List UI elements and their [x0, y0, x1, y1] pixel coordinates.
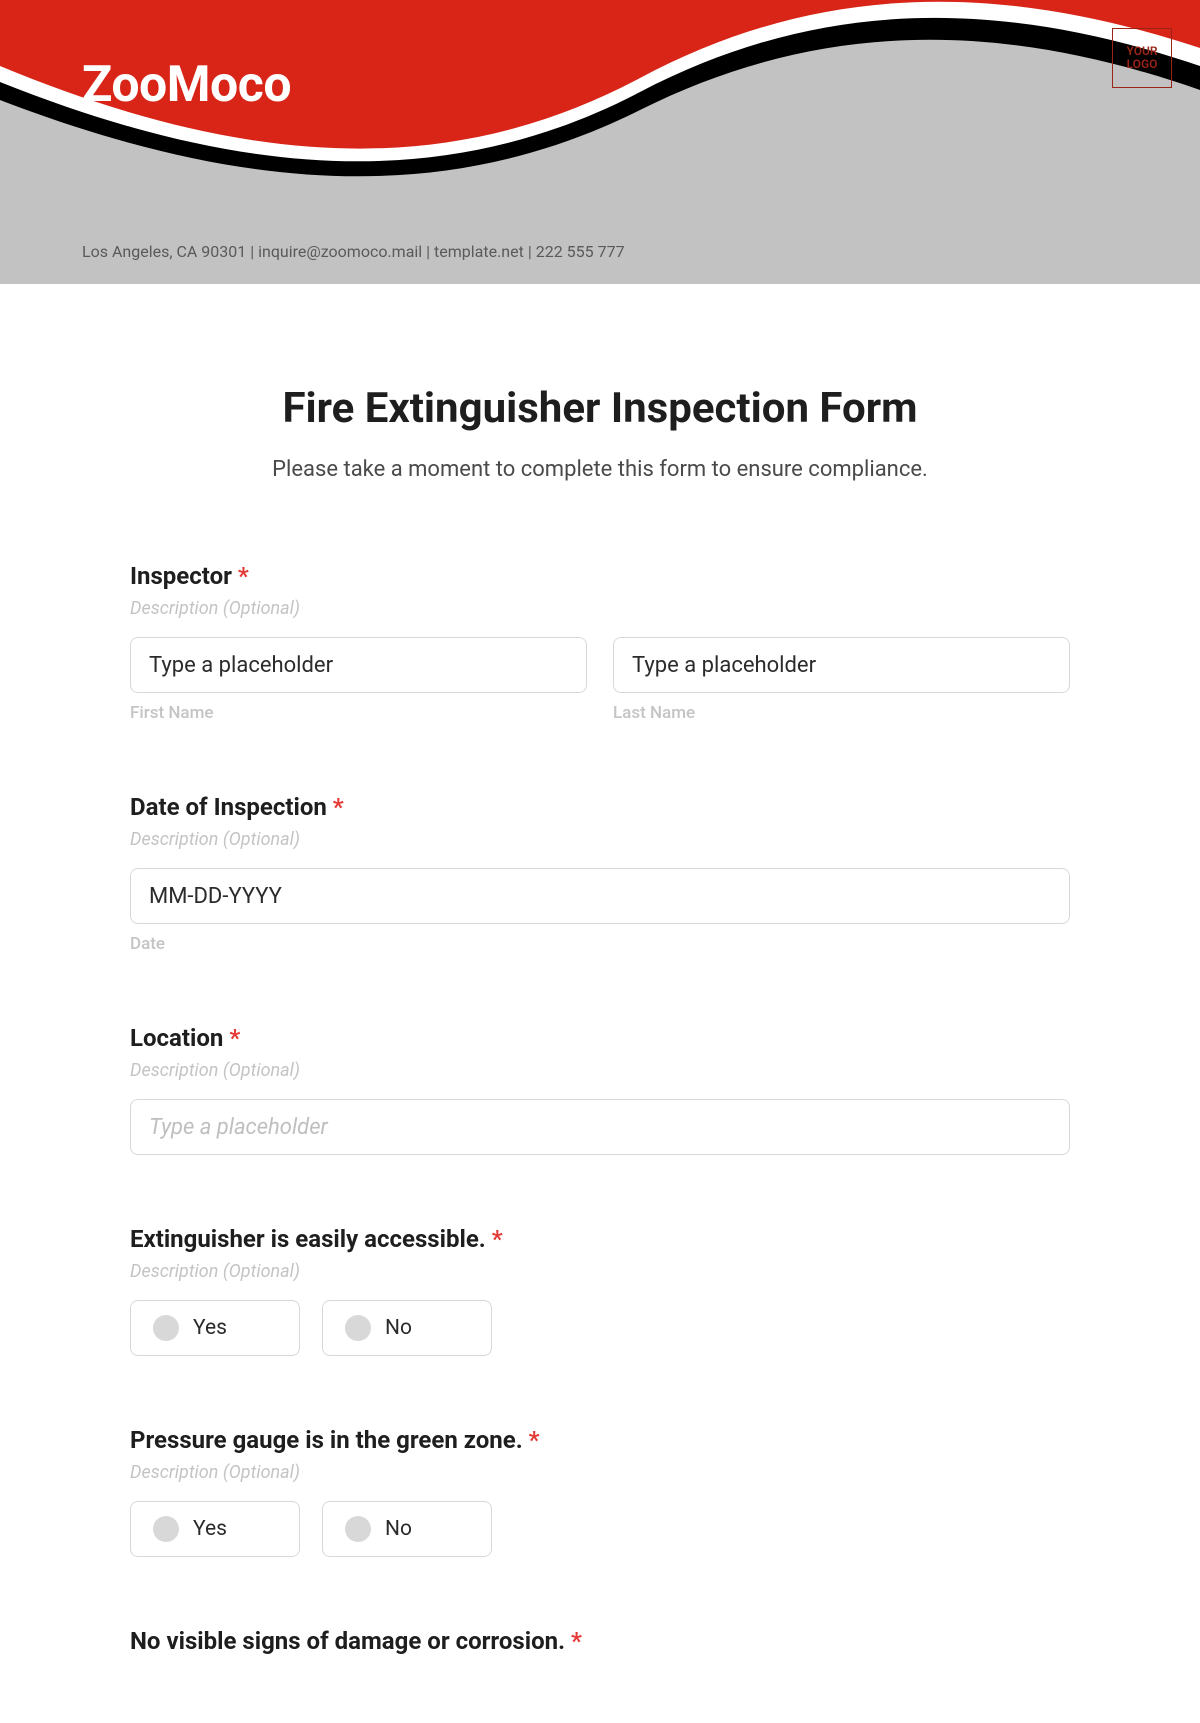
- form-container: Fire Extinguisher Inspection Form Please…: [0, 284, 1200, 1723]
- contact-info: Los Angeles, CA 90301 | inquire@zoomoco.…: [82, 242, 625, 261]
- accessible-desc: Description (Optional): [130, 1261, 1070, 1282]
- form-subtitle: Please take a moment to complete this fo…: [130, 457, 1070, 482]
- date-sublabel: Date: [130, 934, 1070, 954]
- date-input[interactable]: [130, 868, 1070, 924]
- radio-icon: [345, 1516, 371, 1542]
- form-title: Fire Extinguisher Inspection Form: [130, 384, 1070, 433]
- inspector-label: Inspector *: [130, 562, 1070, 590]
- accessible-no-option[interactable]: No: [322, 1300, 492, 1356]
- page-header: ZooMoco YOUR LOGO Los Angeles, CA 90301 …: [0, 0, 1200, 284]
- date-desc: Description (Optional): [130, 829, 1070, 850]
- field-location: Location * Description (Optional): [130, 1024, 1070, 1155]
- field-damage: No visible signs of damage or corrosion.…: [130, 1627, 1070, 1655]
- location-label: Location *: [130, 1024, 1070, 1052]
- first-name-sublabel: First Name: [130, 703, 587, 723]
- damage-label: No visible signs of damage or corrosion.…: [130, 1627, 1070, 1655]
- field-inspector: Inspector * Description (Optional) First…: [130, 562, 1070, 723]
- field-accessible: Extinguisher is easily accessible. * Des…: [130, 1225, 1070, 1356]
- pressure-desc: Description (Optional): [130, 1462, 1070, 1483]
- location-input[interactable]: [130, 1099, 1070, 1155]
- accessible-label: Extinguisher is easily accessible. *: [130, 1225, 1070, 1253]
- last-name-sublabel: Last Name: [613, 703, 1070, 723]
- radio-icon: [153, 1516, 179, 1542]
- pressure-label: Pressure gauge is in the green zone. *: [130, 1426, 1070, 1454]
- pressure-yes-option[interactable]: Yes: [130, 1501, 300, 1557]
- field-date: Date of Inspection * Description (Option…: [130, 793, 1070, 954]
- first-name-input[interactable]: [130, 637, 587, 693]
- inspector-desc: Description (Optional): [130, 598, 1070, 619]
- location-desc: Description (Optional): [130, 1060, 1070, 1081]
- radio-icon: [345, 1315, 371, 1341]
- radio-icon: [153, 1315, 179, 1341]
- logo-placeholder: YOUR LOGO: [1112, 28, 1172, 88]
- last-name-input[interactable]: [613, 637, 1070, 693]
- pressure-no-option[interactable]: No: [322, 1501, 492, 1557]
- accessible-yes-option[interactable]: Yes: [130, 1300, 300, 1356]
- date-label: Date of Inspection *: [130, 793, 1070, 821]
- field-pressure: Pressure gauge is in the green zone. * D…: [130, 1426, 1070, 1557]
- brand-name: ZooMoco: [82, 56, 291, 114]
